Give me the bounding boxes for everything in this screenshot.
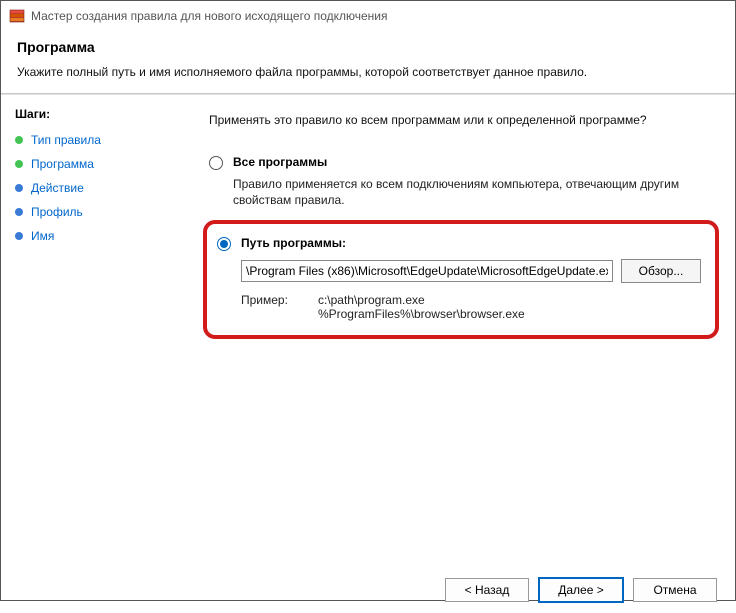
back-button[interactable]: < Назад <box>445 578 529 602</box>
step-program[interactable]: Программа <box>15 157 169 171</box>
page-subtitle: Укажите полный путь и имя исполняемого ф… <box>17 65 719 79</box>
radio-all-programs[interactable] <box>209 156 223 170</box>
all-programs-label: Все программы <box>233 155 327 169</box>
bullet-icon <box>15 184 23 192</box>
program-path-section: Путь программы: Обзор... Пример: c:\path… <box>203 220 719 339</box>
question-text: Применять это правило ко всем программам… <box>209 113 709 127</box>
title-bar: Мастер создания правила для нового исход… <box>1 1 735 31</box>
step-rule-type[interactable]: Тип правила <box>15 133 169 147</box>
page-title: Программа <box>17 39 719 55</box>
example-path-2: %ProgramFiles%\browser\browser.exe <box>318 307 525 321</box>
step-label: Программа <box>31 157 94 171</box>
program-path-label: Путь программы: <box>241 236 346 250</box>
wizard-main: Применять это правило ко всем программам… <box>183 95 735 567</box>
browse-button[interactable]: Обзор... <box>621 259 701 283</box>
step-label: Профиль <box>31 205 83 219</box>
wizard-header: Программа Укажите полный путь и имя испо… <box>1 31 735 93</box>
window-title: Мастер создания правила для нового исход… <box>31 9 388 23</box>
bullet-icon <box>15 232 23 240</box>
example-label: Пример: <box>241 293 288 321</box>
step-profile[interactable]: Профиль <box>15 205 169 219</box>
cancel-button[interactable]: Отмена <box>633 578 717 602</box>
next-button[interactable]: Далее > <box>539 578 623 602</box>
steps-heading: Шаги: <box>15 107 169 121</box>
bullet-icon <box>15 160 23 168</box>
radio-program-path[interactable] <box>217 237 231 251</box>
program-path-input[interactable] <box>241 260 613 282</box>
step-label: Действие <box>31 181 84 195</box>
step-action[interactable]: Действие <box>15 181 169 195</box>
step-label: Имя <box>31 229 54 243</box>
example-path-1: c:\path\program.exe <box>318 293 525 307</box>
all-programs-desc: Правило применяется ко всем подключениям… <box>233 176 709 208</box>
firewall-icon <box>9 8 25 24</box>
steps-sidebar: Шаги: Тип правила Программа Действие Про… <box>1 95 183 567</box>
bullet-icon <box>15 208 23 216</box>
step-name[interactable]: Имя <box>15 229 169 243</box>
bullet-icon <box>15 136 23 144</box>
step-label: Тип правила <box>31 133 101 147</box>
wizard-footer: < Назад Далее > Отмена <box>1 567 735 613</box>
